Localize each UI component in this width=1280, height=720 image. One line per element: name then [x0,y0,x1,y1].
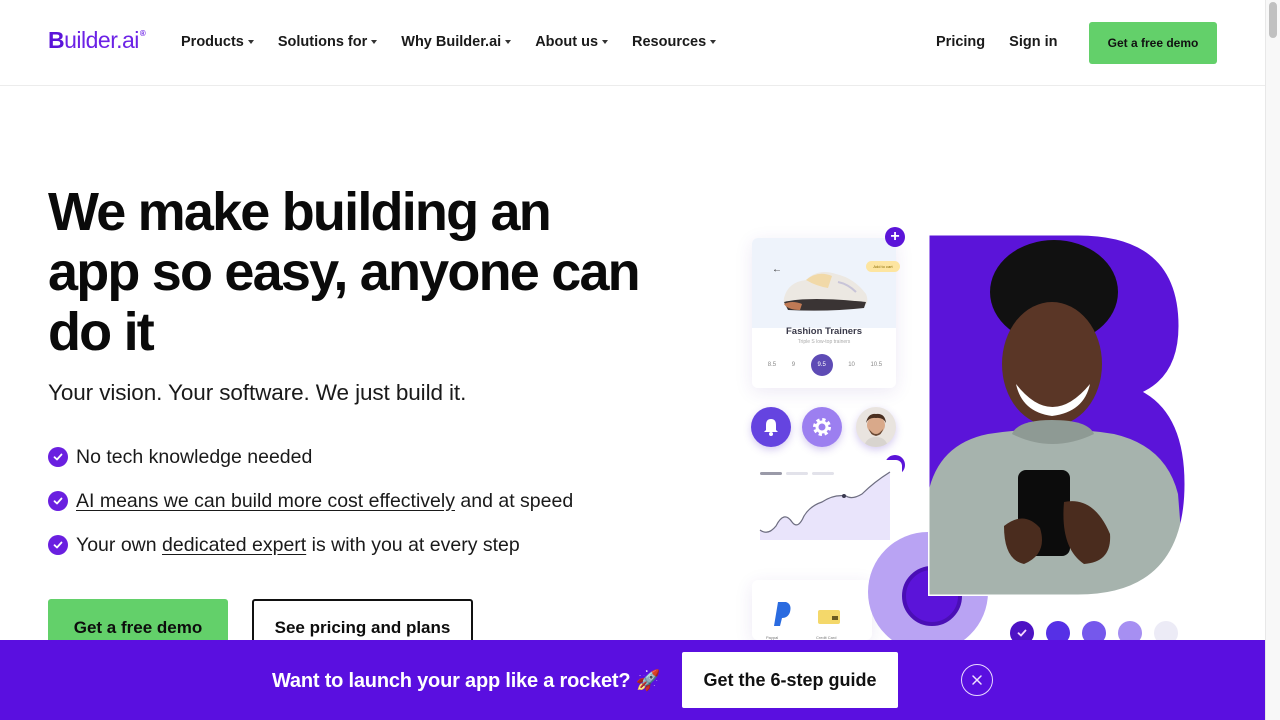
caret-down-icon [505,40,512,44]
sign-in-link[interactable]: Sign in [1009,34,1057,50]
user-avatar [856,407,896,447]
area-chart-graphic [759,471,891,540]
product-subtitle: Triple S low-top trainers [797,339,851,345]
caret-down-icon [710,40,717,44]
gear-icon [802,407,842,447]
check-circle-icon [48,491,68,511]
line-chart-card [752,460,902,560]
caret-down-icon [602,40,609,44]
page: Builder.ai ® Products Solutions for Why B… [0,0,1265,720]
nav-right: Pricing Sign in [936,34,1058,50]
nav-label: About us [535,34,599,50]
nav-label: Products [181,34,244,50]
b-shape-photo [928,234,1188,596]
size-option: 9 [791,362,796,368]
scrollbar-thumb[interactable] [1269,2,1277,38]
logo-initial: B [48,27,65,53]
logo-text: uilder.ai [64,27,139,53]
nav-label: Resources [632,34,707,50]
feature-list: No tech knowledge needed AI means we can… [48,444,573,576]
vertical-scrollbar[interactable] [1265,0,1280,720]
nav-label: Solutions for [277,34,368,50]
nav-why-builder[interactable]: Why Builder.ai [401,34,512,50]
registered-mark: ® [139,29,146,38]
six-step-guide-button[interactable]: Get the 6-step guide [682,652,898,708]
hero-illustration: ← Add to cart Fashion Trainers Triple S … [740,220,1210,652]
feature-item: No tech knowledge needed [48,444,573,470]
main-nav: Products Solutions for Why Builder.ai Ab… [181,34,740,50]
close-banner-button[interactable] [961,664,993,696]
check-circle-icon [48,447,68,467]
size-option: 8.5 [767,362,777,368]
close-icon [972,675,982,685]
size-option-selected: 9.5 [810,354,833,376]
feature-text: and at speed [454,489,574,512]
plus-icon: + [885,227,905,247]
payment-card: Paypal Credit Card [752,580,872,640]
size-option: 10 [848,362,855,368]
feature-item: AI means we can build more cost effectiv… [48,488,573,514]
nav-products[interactable]: Products [181,34,254,50]
promo-banner: Want to launch your app like a rocket? 🚀… [0,640,1265,720]
pricing-link[interactable]: Pricing [936,34,985,50]
feature-text: is with you at every step [306,533,520,556]
feature-text: Your own [76,533,163,556]
size-selector: 8.5 9 9.5 10 10.5 [760,354,890,376]
builder-ai-logo[interactable]: Builder.ai ® [48,27,146,54]
product-card: ← Add to cart Fashion Trainers Triple S … [752,238,900,388]
hero-title: We make building an app so easy, anyone … [48,182,641,362]
sneaker-image [783,272,868,311]
check-circle-icon [48,535,68,555]
nav-resources[interactable]: Resources [632,34,717,50]
dedicated-expert-link[interactable]: dedicated expert [162,534,306,557]
caret-down-icon [247,40,254,44]
header-free-demo-button[interactable]: Get a free demo [1089,22,1217,64]
ai-cost-link[interactable]: AI means we can build more cost effectiv… [76,490,455,513]
nav-label: Why Builder.ai [401,34,502,50]
feature-text: No tech knowledge needed [76,445,313,468]
nav-about-us[interactable]: About us [535,34,609,50]
hero-subtitle: Your vision. Your software. We just buil… [48,380,467,405]
nav-solutions-for[interactable]: Solutions for [277,34,378,50]
caret-down-icon [371,40,378,44]
site-header: Builder.ai ® Products Solutions for Why B… [0,0,1265,86]
product-title: Fashion Trainers [785,326,863,337]
size-option: 10.5 [870,362,883,368]
bell-icon [751,407,791,447]
banner-text: Want to launch your app like a rocket? 🚀 [272,670,661,692]
feature-item: Your own dedicated expert is with you at… [48,532,573,558]
